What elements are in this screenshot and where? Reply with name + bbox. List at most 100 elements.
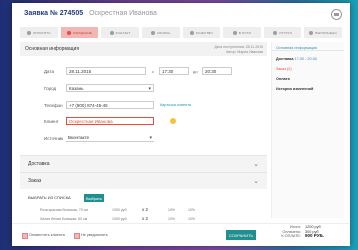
- city-row: Город Казань: [20, 84, 267, 94]
- order-totals: Итого: 1200 руб Оплачено: 300 руб К ОПЛАТЕ…: [275, 225, 324, 239]
- status-dot-icon: [150, 30, 155, 35]
- date-row: Дата 28.11.2015 с 17:30 до 20:30: [20, 67, 267, 77]
- client-label: Клиент: [44, 119, 59, 124]
- time-to-input[interactable]: 20:30: [202, 67, 232, 75]
- city-value: Казань: [69, 86, 84, 91]
- side-item-order[interactable]: Заказ (2): [276, 67, 292, 71]
- warning-icon: [170, 118, 176, 124]
- phone-input[interactable]: +7 (900) 874-45-45: [66, 101, 154, 109]
- no-notify-label: Не уведомлять: [81, 232, 108, 237]
- save-button[interactable]: СОХРАНИТЬ: [226, 230, 256, 240]
- status-dot-icon: [66, 30, 71, 35]
- product-price: 1000 руб.: [112, 217, 128, 221]
- tab-waiting[interactable]: ОЖИДАНИЕ: [60, 27, 99, 38]
- side-delivery-label: Доставка: [276, 57, 294, 61]
- from-label: с: [152, 69, 154, 74]
- product-markup: 10%: [188, 217, 196, 221]
- pick-title: ВЫБРАТЬ ИЗ СПИСКА: [28, 195, 71, 200]
- tab-label: КОНТАКТ: [115, 30, 131, 35]
- client-input[interactable]: Оскрестная Иванова: [66, 117, 154, 125]
- status-dot-icon: [109, 30, 114, 35]
- to-label: до: [193, 69, 198, 74]
- main-panel: Основная информация Дата поступления: 28…: [20, 42, 267, 242]
- tab-quality[interactable]: КАЧЕСТВО: [182, 27, 221, 38]
- order-section[interactable]: Заказ ⌄: [20, 172, 267, 189]
- side-item-payment[interactable]: Оплата: [276, 77, 290, 81]
- order-title: Заказ: [28, 178, 42, 184]
- phone-label: Телефон: [44, 103, 63, 108]
- source-value: Вконтакте: [68, 135, 90, 140]
- product-discount: 10%: [168, 208, 176, 212]
- source-row: Источник Вконтакте: [20, 134, 267, 144]
- status-dot-icon: [27, 30, 31, 35]
- tab-label: СБОРКА: [156, 30, 171, 35]
- date-input[interactable]: 28.11.2015: [66, 67, 146, 75]
- client-card-link[interactable]: Карточка клиента: [160, 103, 191, 107]
- source-select[interactable]: Вконтакте: [66, 134, 154, 142]
- main-info-title: Основная информация: [25, 46, 80, 52]
- status-tabs: ОПЛАТИТЬ ОЖИДАНИЕ КОНТАКТ СБОРКА КАЧЕСТВ…: [20, 27, 342, 38]
- product-discount: 10%: [168, 217, 176, 221]
- time-from-input[interactable]: 17:30: [159, 67, 189, 75]
- product-name: Роза красная большая, 70 см: [40, 208, 88, 212]
- status-dot-icon: [273, 30, 278, 35]
- city-select[interactable]: Казань: [66, 84, 154, 93]
- print-icon[interactable]: [331, 9, 342, 20]
- pick-button[interactable]: Выбрать: [84, 194, 104, 202]
- chevron-down-icon: ⌄: [253, 161, 259, 168]
- due-label: К ОПЛАТЕ:: [281, 234, 301, 239]
- tab-label: ОПЛАТИТЬ: [33, 30, 51, 35]
- city-label: Город: [44, 86, 57, 91]
- order-modal: Заявка № 274505 Оскрестная Иванова ОПЛАТ…: [12, 3, 350, 246]
- tab-label: КАЧЕСТВО: [195, 30, 213, 35]
- tab-label: ОТГРУЗ: [279, 30, 292, 35]
- side-delivery-time: 17:30 - 20:30: [294, 57, 317, 61]
- main-info-meta: Дата поступления: 28.11.2015 Автор: Мари…: [214, 45, 263, 54]
- main-info-header: Основная информация Дата поступления: 28…: [20, 42, 267, 56]
- side-navigation: Основная информация Доставка 17:30 - 20:…: [271, 42, 344, 218]
- author: Автор: Мария Иванова: [225, 49, 263, 54]
- side-item-history[interactable]: История изменений: [276, 87, 313, 91]
- status-dot-icon: [232, 30, 237, 35]
- chevron-down-icon: ⌄: [253, 178, 259, 185]
- tab-transit[interactable]: В ПУТИ: [223, 27, 261, 38]
- delivery-section[interactable]: Доставка ⌄: [20, 155, 267, 172]
- client-row: Клиент Оскрестная Иванова: [20, 117, 267, 127]
- side-payment-label: Оплата: [276, 77, 290, 81]
- delivery-title: Доставка: [28, 161, 50, 167]
- tab-contact[interactable]: КОНТАКТ: [101, 27, 139, 38]
- phone-row: Телефон +7 (900) 874-45-45 Карточка клие…: [20, 101, 267, 111]
- tab-label: ОЖИДАНИЕ: [72, 30, 93, 35]
- side-order-label: Заказ: [276, 67, 286, 71]
- created-date: Дата поступления: 28.11.2015: [214, 45, 263, 49]
- product-row[interactable]: Роза красная большая, 70 см 1000 руб. x …: [20, 206, 267, 214]
- side-order-count: (2): [287, 67, 292, 71]
- notify-client-checkbox[interactable]: [22, 233, 28, 239]
- product-row[interactable]: Лилия белая большая, 60 см 1000 руб. x 2…: [20, 215, 267, 223]
- product-qty: x 2: [142, 216, 149, 221]
- side-history-label: История изменений: [276, 87, 314, 91]
- due-value: 900 РУБ.: [305, 233, 324, 239]
- modal-title: Заявка № 274505 Оскрестная Иванова: [24, 10, 157, 17]
- side-item-delivery[interactable]: Доставка 17:30 - 20:30: [276, 57, 317, 61]
- status-dot-icon: [189, 30, 194, 35]
- product-price: 1000 руб.: [112, 208, 128, 212]
- side-divider: [272, 50, 344, 51]
- modal-header: Заявка № 274505 Оскрестная Иванова: [12, 3, 350, 23]
- notify-client-label: Оповестить клиента: [29, 232, 65, 237]
- no-notify-checkbox[interactable]: [74, 233, 80, 239]
- modal-footer: Оповестить клиента Не уведомлять СОХРАНИ…: [12, 223, 350, 246]
- tab-assembly[interactable]: СБОРКА: [141, 27, 180, 38]
- product-qty: x 2: [142, 207, 149, 212]
- source-label: Источник: [44, 136, 64, 141]
- status-dot-icon: [309, 30, 314, 35]
- tab-label: В ПУТИ: [238, 30, 251, 35]
- date-label: Дата: [44, 69, 54, 74]
- product-markup: 10%: [188, 208, 196, 212]
- tab-done[interactable]: ВЫПОЛНЕНО: [304, 27, 342, 38]
- product-name: Лилия белая большая, 60 см: [40, 217, 88, 221]
- pick-from-list: ВЫБРАТЬ ИЗ СПИСКА Выбрать: [20, 192, 267, 204]
- order-number: Заявка № 274505: [24, 10, 84, 17]
- tab-shipping[interactable]: ОТГРУЗ: [263, 27, 302, 38]
- tab-pay[interactable]: ОПЛАТИТЬ: [20, 27, 58, 38]
